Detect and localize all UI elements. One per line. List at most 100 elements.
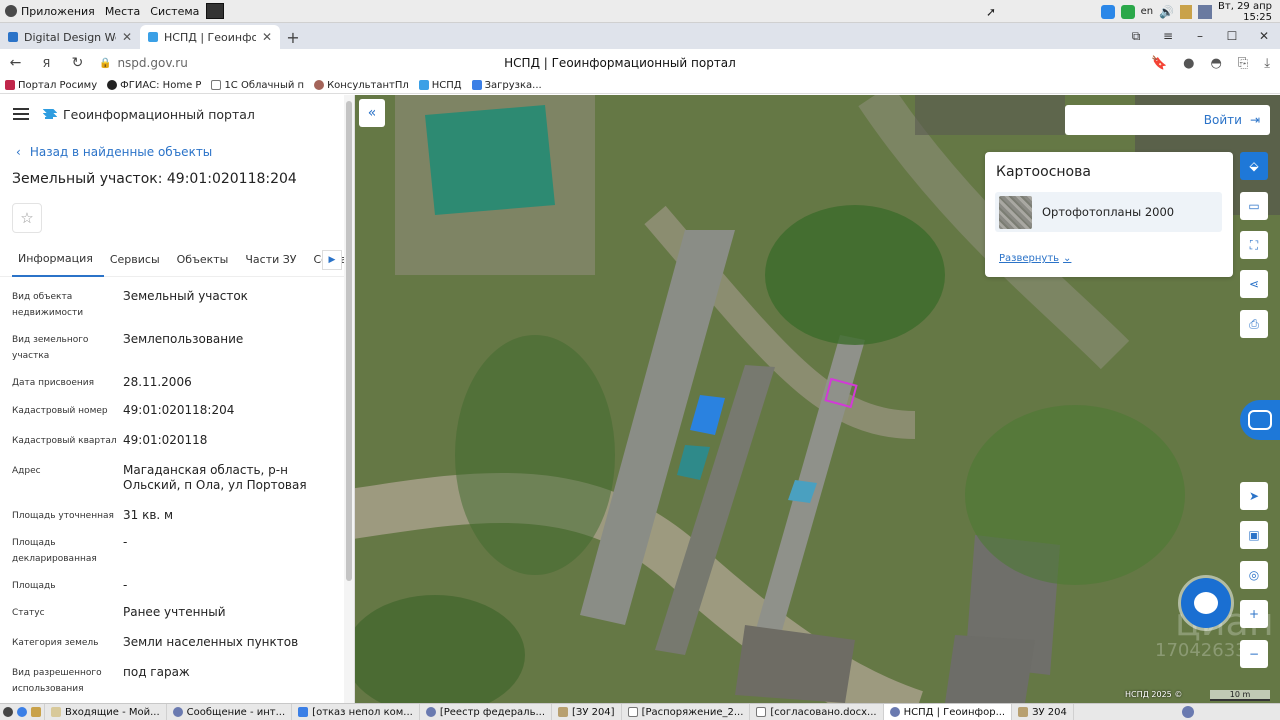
tab-search-icon[interactable]: ⧉ bbox=[1120, 29, 1152, 44]
taskbar-item[interactable]: [отказ непол ком... bbox=[292, 703, 420, 720]
hamburger-menu-icon[interactable] bbox=[13, 105, 29, 123]
prop-row: Вид объекта недвижимости Земельный участо… bbox=[12, 289, 248, 318]
yandex-icon[interactable]: Я bbox=[31, 57, 62, 70]
object-info-panel: Геоинформационный портал ‹ Назад в найден… bbox=[0, 95, 355, 703]
tab-nspd[interactable]: НСПД | Геоинформа✕ bbox=[140, 25, 280, 49]
measure-tool-button[interactable]: ▭ bbox=[1240, 192, 1268, 220]
object-title: Земельный участок: 49:01:020118:204 bbox=[12, 171, 297, 187]
places-menu[interactable]: Места bbox=[100, 5, 145, 18]
reload-button[interactable]: ↻ bbox=[62, 55, 93, 71]
login-button[interactable]: Войти ⇥ bbox=[1065, 105, 1270, 135]
back-button[interactable]: ← bbox=[0, 55, 31, 71]
share-icon[interactable]: ⎘ bbox=[1238, 56, 1248, 71]
url-field[interactable]: 🔒 nspd.gov.ru bbox=[93, 52, 194, 74]
plus-icon: + bbox=[1248, 607, 1260, 621]
tab-information[interactable]: Информация bbox=[12, 243, 104, 277]
feedback-icon bbox=[1248, 410, 1272, 430]
bookmark-consultant[interactable]: КонсультантПл bbox=[309, 80, 414, 91]
taskbar-item[interactable]: [Распоряжение_2... bbox=[622, 703, 751, 720]
volume-icon[interactable]: 🔊 bbox=[1159, 5, 1174, 19]
tab-close-icon[interactable]: ✕ bbox=[122, 30, 132, 44]
taskbar-item[interactable]: [согласовано.docx... bbox=[750, 703, 884, 720]
tray-vk-icon[interactable] bbox=[1100, 4, 1115, 19]
extension-icon[interactable]: ● bbox=[1183, 56, 1194, 71]
bookmark-loading[interactable]: Загрузка... bbox=[467, 80, 547, 91]
new-tab-button[interactable]: + bbox=[280, 25, 306, 49]
map-attribution: НСПД 2025 © bbox=[1125, 690, 1183, 699]
chevron-down-icon: ⌄ bbox=[1063, 253, 1072, 264]
prop-row: Площадь уточненная 31 кв. м bbox=[12, 508, 174, 522]
prop-row: Кадастровый номер 49:01:020118:204 bbox=[12, 403, 235, 417]
document-icon bbox=[298, 707, 309, 717]
bookmark-nspd[interactable]: НСПД bbox=[414, 80, 467, 91]
back-to-results-link[interactable]: ‹ Назад в найденные объекты bbox=[16, 145, 354, 159]
clipboard-icon[interactable] bbox=[1180, 4, 1193, 19]
minimap-tool-button[interactable]: ▣ bbox=[1240, 521, 1268, 549]
print-tool-button[interactable]: ⎙ bbox=[1240, 310, 1268, 338]
taskbar-item[interactable]: Входящие - Мой... bbox=[45, 703, 167, 720]
portal-logo[interactable]: Геоинформационный портал bbox=[43, 107, 255, 122]
close-window-button[interactable]: ✕ bbox=[1248, 29, 1280, 43]
prop-row: Дата присвоения 28.11.2006 bbox=[12, 375, 192, 389]
expand-basemaps-link[interactable]: Развернуть ⌄ bbox=[999, 253, 1071, 264]
layers-tool-button[interactable]: ⬙ bbox=[1240, 152, 1268, 180]
tab-close-icon[interactable]: ✕ bbox=[262, 30, 272, 44]
watermark-id: 17042633 bbox=[1155, 640, 1247, 661]
downloads-panel-icon[interactable]: ◓ bbox=[1211, 56, 1222, 71]
tab-services[interactable]: Сервисы bbox=[104, 243, 171, 277]
tab-parts[interactable]: Части ЗУ bbox=[239, 243, 307, 277]
minimap-icon: ▣ bbox=[1248, 528, 1260, 542]
address-bar: ← Я ↻ 🔒 nspd.gov.ru НСПД | Геоинформацион… bbox=[0, 49, 1280, 77]
minimize-button[interactable]: – bbox=[1184, 29, 1216, 43]
tray-green-icon[interactable] bbox=[1120, 4, 1135, 19]
download-icon[interactable]: ⤓ bbox=[1264, 56, 1270, 71]
clock[interactable]: Вт, 29 апр 15:25 bbox=[1218, 1, 1272, 23]
taskbar-item[interactable]: [Реестр федераль... bbox=[420, 703, 552, 720]
bookmark-rosim[interactable]: Портал Росиму bbox=[0, 80, 102, 91]
taskbar-item[interactable]: [ЗУ 204] bbox=[552, 703, 622, 720]
select-area-tool-button[interactable]: ⛶ bbox=[1240, 231, 1268, 259]
tabs-scroll-right-icon[interactable]: ▶ bbox=[322, 250, 342, 270]
scale-bar: 10 m bbox=[1210, 690, 1270, 701]
properties-list: Вид объекта недвижимости Земельный участо… bbox=[0, 277, 354, 703]
folder-icon bbox=[1018, 707, 1029, 717]
prop-row: Вид земельного участка Землепользование bbox=[12, 332, 244, 361]
keyboard-layout[interactable]: en bbox=[1141, 6, 1154, 17]
locate-tool-button[interactable]: ➤ bbox=[1240, 482, 1268, 510]
feedback-side-button[interactable] bbox=[1240, 400, 1280, 440]
share-tool-button[interactable]: ⋖ bbox=[1240, 270, 1268, 298]
taskbar-launcher[interactable] bbox=[0, 703, 45, 720]
bookmark-icon[interactable]: 🔖 bbox=[1151, 56, 1167, 71]
bookmark-favicon-icon bbox=[418, 80, 429, 90]
basemap-title: Картооснова bbox=[996, 164, 1091, 180]
bookmark-favicon-icon bbox=[471, 80, 482, 90]
select-area-icon: ⛶ bbox=[1249, 237, 1259, 252]
bookmark-1c[interactable]: 1С Облачный п bbox=[206, 80, 309, 91]
taskbar-item[interactable]: ЗУ 204 bbox=[1012, 703, 1074, 720]
apps-menu[interactable]: Приложения bbox=[0, 5, 100, 18]
tab-objects[interactable]: Объекты bbox=[171, 243, 240, 277]
taskbar: Входящие - Мой... Сообщение - инт... [от… bbox=[0, 703, 1280, 720]
taskbar-item[interactable]: Сообщение - инт... bbox=[167, 703, 293, 720]
system-menu[interactable]: Система bbox=[145, 5, 204, 18]
collapse-panel-button[interactable]: « bbox=[359, 99, 385, 127]
portal-logo-icon bbox=[43, 109, 57, 119]
tab-digital-design[interactable]: Digital Design Web Clie✕ bbox=[0, 25, 140, 49]
panel-scrollbar[interactable] bbox=[344, 95, 354, 703]
zoom-out-button[interactable]: − bbox=[1240, 640, 1268, 668]
menu-icon[interactable]: ≡ bbox=[1152, 29, 1184, 43]
terminal-icon[interactable] bbox=[206, 3, 225, 19]
bookmark-fgias[interactable]: ФГИАС: Home P bbox=[102, 80, 206, 91]
chat-bubble-icon bbox=[1194, 592, 1218, 614]
map-view[interactable]: циан 17042633 « Войти ⇥ Картооснова Ортоф… bbox=[355, 95, 1280, 703]
chat-button[interactable] bbox=[1181, 578, 1231, 628]
taskbar-item-active[interactable]: НСПД | Геоинфор... bbox=[883, 703, 1013, 720]
launcher-icon bbox=[3, 707, 13, 717]
maximize-button[interactable]: ☐ bbox=[1216, 29, 1248, 43]
basemap-orthophoto-item[interactable]: Ортофотопланы 2000 bbox=[995, 192, 1222, 232]
taskbar-browser-icon[interactable] bbox=[1182, 706, 1194, 718]
geolocation-tool-button[interactable]: ◎ bbox=[1240, 561, 1268, 589]
zoom-in-button[interactable]: + bbox=[1240, 600, 1268, 628]
favorite-star-button[interactable]: ☆ bbox=[12, 203, 42, 233]
network-icon[interactable] bbox=[1198, 4, 1213, 19]
